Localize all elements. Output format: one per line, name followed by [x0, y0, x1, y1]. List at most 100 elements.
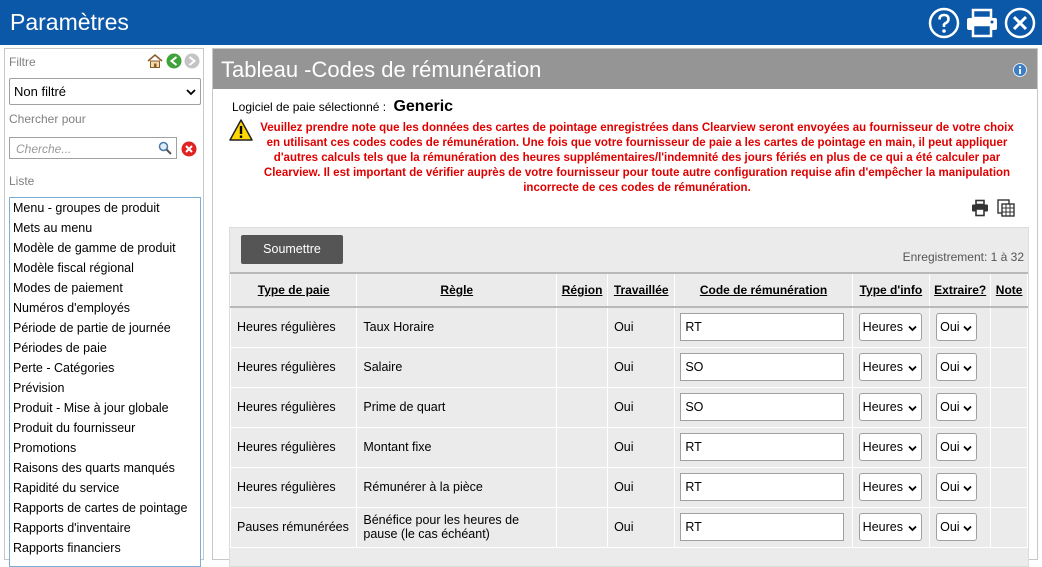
- list-item[interactable]: Modèle de gamme de produit: [10, 238, 200, 258]
- info-type-select[interactable]: Heures: [858, 313, 922, 342]
- col-info-type[interactable]: Type d'info: [851, 272, 931, 308]
- chevron-down-icon: [908, 485, 917, 492]
- back-arrow-icon[interactable]: [166, 53, 182, 69]
- extract-cell: Oui: [929, 506, 992, 548]
- list-item[interactable]: Périodes de paie: [10, 338, 200, 358]
- forward-arrow-icon[interactable]: [184, 53, 200, 69]
- info-type-select[interactable]: Heures: [858, 393, 922, 421]
- settings-list[interactable]: Menu - groupes de produit Mets au menu Mod…: [9, 197, 201, 567]
- extract-cell: Oui: [929, 466, 992, 508]
- info-type-value: Heures: [862, 440, 903, 454]
- sidebar: Filtre Non filtré Chercher pour Cherche.…: [4, 48, 204, 567]
- list-item[interactable]: Menu - groupes de produit: [10, 198, 200, 218]
- pay-code-table: Type de paie Règle Région Travaillée Cod…: [229, 272, 1028, 548]
- rule-cell: Taux Horaire: [356, 306, 558, 348]
- list-item[interactable]: Période de partie de journée: [10, 318, 200, 338]
- list-item[interactable]: Prévision: [10, 378, 200, 398]
- chevron-down-icon: [908, 525, 917, 532]
- pay-code-value: RT: [685, 480, 702, 494]
- list-item[interactable]: Produit - Mise à jour globale: [10, 398, 200, 418]
- list-item[interactable]: Rapports de cartes de pointage: [10, 498, 200, 518]
- list-item[interactable]: Numéros d'employés: [10, 298, 200, 318]
- col-extract[interactable]: Extraire?: [929, 272, 992, 308]
- chevron-down-icon: [963, 365, 972, 372]
- extract-value: Oui: [940, 520, 960, 534]
- list-item[interactable]: Rapidité du service: [10, 478, 200, 498]
- print-icon[interactable]: [964, 7, 1000, 39]
- list-item[interactable]: Promotions: [10, 438, 200, 458]
- worked-cell: Oui: [607, 506, 676, 548]
- pay-code-input[interactable]: RT: [680, 313, 845, 342]
- table-row: Heures régulières Taux Horaire Oui RT Heures…: [229, 306, 1028, 348]
- col-worked[interactable]: Travaillée: [607, 272, 676, 308]
- region-cell: [556, 306, 609, 348]
- main-header: Tableau -Codes de rémunération: [213, 49, 1037, 89]
- list-label: Liste: [9, 174, 35, 188]
- chevron-down-icon: [908, 326, 917, 332]
- col-note[interactable]: Note: [990, 272, 1028, 308]
- worked-cell: Oui: [607, 386, 676, 428]
- pay-code-input[interactable]: SO: [680, 353, 845, 381]
- chevron-down-icon: [908, 405, 917, 412]
- extract-select[interactable]: Oui: [936, 473, 978, 501]
- rule-cell: Montant fixe: [356, 426, 558, 468]
- info-type-select[interactable]: Heures: [858, 353, 922, 381]
- col-region[interactable]: Région: [556, 272, 609, 308]
- close-icon[interactable]: [1004, 7, 1036, 39]
- help-icon[interactable]: [928, 7, 960, 39]
- info-type-select[interactable]: Heures: [858, 513, 922, 541]
- region-cell: [556, 426, 609, 468]
- info-type-cell: Heures: [851, 506, 931, 548]
- list-item[interactable]: Perte - Catégories: [10, 358, 200, 378]
- list-item[interactable]: Rapports financiers: [10, 538, 200, 558]
- info-icon[interactable]: [1013, 63, 1027, 77]
- pay-code-value: RT: [685, 520, 702, 534]
- list-item[interactable]: Rapports d'inventaire: [10, 518, 200, 538]
- list-item[interactable]: Produit du fournisseur: [10, 418, 200, 438]
- extract-select[interactable]: Oui: [936, 353, 978, 381]
- submit-button[interactable]: Soumettre: [241, 235, 343, 264]
- export-grid-icon[interactable]: [997, 199, 1015, 217]
- info-type-value: Heures: [862, 480, 903, 494]
- info-type-select[interactable]: Heures: [858, 433, 922, 461]
- col-pay-code[interactable]: Code de rémunération: [674, 272, 853, 308]
- pay-code-input[interactable]: RT: [680, 433, 845, 461]
- list-item[interactable]: Raisons des quarts manqués: [10, 458, 200, 478]
- pay-code-input[interactable]: SO: [680, 393, 845, 421]
- print-table-icon[interactable]: [971, 199, 989, 217]
- col-pay-type[interactable]: Type de paie: [229, 272, 358, 308]
- note-cell: [990, 346, 1028, 388]
- table-row: Heures régulières Montant fixe Oui RT Heures…: [229, 426, 1028, 468]
- list-item[interactable]: Modèle fiscal régional: [10, 258, 200, 278]
- worked-cell: Oui: [607, 306, 676, 348]
- note-cell: [990, 386, 1028, 428]
- pay-code-cell: RT: [674, 506, 853, 548]
- list-item[interactable]: Mets au menu: [10, 218, 200, 238]
- extract-select[interactable]: Oui: [936, 313, 978, 342]
- filter-select[interactable]: Non filtré: [9, 78, 201, 105]
- pay-code-value: RT: [685, 440, 702, 454]
- list-item[interactable]: Modes de paiement: [10, 278, 200, 298]
- filter-select-value: Non filtré: [14, 84, 67, 99]
- col-rule[interactable]: Règle: [356, 272, 558, 308]
- pay-code-input[interactable]: RT: [680, 513, 845, 541]
- search-icon[interactable]: [158, 141, 172, 155]
- table-body: Heures régulières Taux Horaire Oui RT Heures…: [229, 306, 1028, 548]
- region-cell: [556, 506, 609, 548]
- pay-code-input[interactable]: RT: [680, 473, 845, 501]
- home-icon[interactable]: [147, 53, 163, 69]
- info-type-cell: Heures: [851, 426, 931, 468]
- extract-select[interactable]: Oui: [936, 513, 978, 541]
- pay-code-cell: RT: [674, 306, 853, 348]
- info-type-select[interactable]: Heures: [858, 473, 922, 501]
- chevron-down-icon: [963, 326, 972, 332]
- extract-select[interactable]: Oui: [936, 393, 978, 421]
- extract-cell: Oui: [929, 386, 992, 428]
- clear-search-icon[interactable]: [181, 141, 197, 157]
- search-input[interactable]: Cherche...: [9, 137, 177, 159]
- note-cell: [990, 306, 1028, 348]
- note-cell: [990, 466, 1028, 508]
- extract-value: Oui: [940, 360, 960, 374]
- filter-label: Filtre: [9, 55, 36, 69]
- extract-select[interactable]: Oui: [936, 433, 978, 461]
